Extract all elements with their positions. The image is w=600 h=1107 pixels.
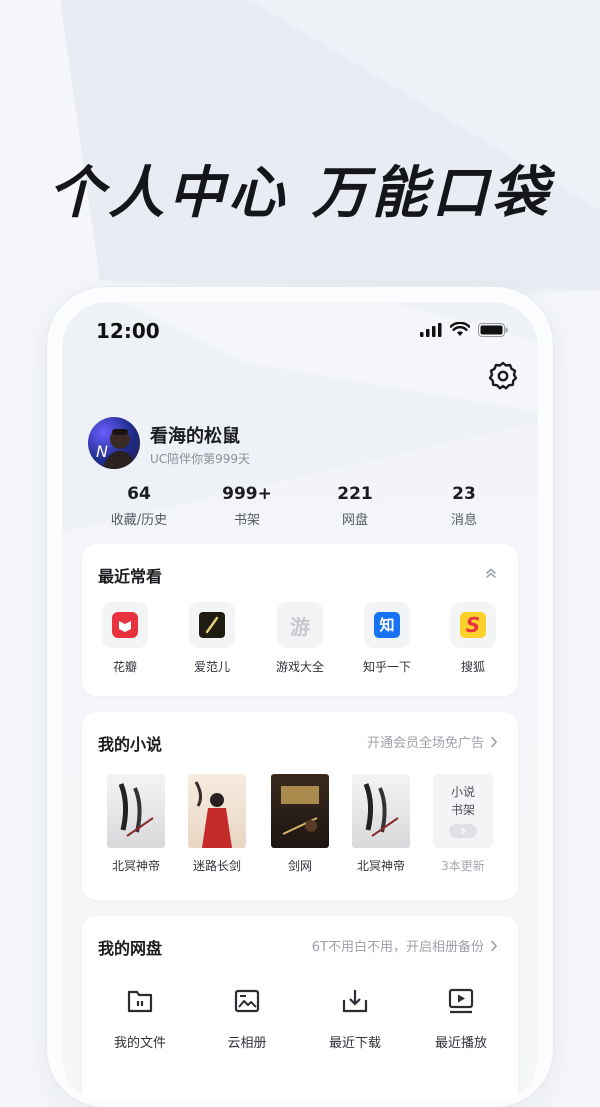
- stats-row: 64 收藏/历史 999+ 书架 221 网盘 23 消息: [62, 484, 538, 530]
- disk-my-files[interactable]: 我的文件: [95, 986, 185, 1051]
- book-item[interactable]: 北冥神帝: [96, 774, 176, 874]
- book-item[interactable]: 北冥神帝: [341, 774, 421, 874]
- disk-recent-playback[interactable]: 最近播放: [416, 986, 506, 1051]
- disk-item-label: 云相册: [227, 1036, 267, 1051]
- settings-gear-icon[interactable]: [487, 360, 519, 392]
- app-label: 游戏大全: [275, 660, 324, 674]
- ifanr-icon: [189, 602, 235, 648]
- stat-favorites[interactable]: 64 收藏/历史: [84, 484, 194, 528]
- app-huaban[interactable]: 花瓣: [85, 602, 165, 675]
- sohu-icon: S: [450, 602, 496, 648]
- battery-icon: [478, 322, 508, 337]
- book-title: 剑网: [287, 859, 312, 873]
- game-glyph: 游: [290, 614, 310, 639]
- stat-value: 999+: [222, 484, 272, 504]
- book-title: 北冥神帝: [111, 859, 160, 873]
- app-label: 知乎一下: [362, 660, 411, 674]
- stat-bookshelf[interactable]: 999+ 书架: [192, 484, 302, 528]
- shelf-update-count: 3本更新: [441, 859, 485, 873]
- disk-recent-downloads[interactable]: 最近下载: [310, 986, 400, 1051]
- book-cover: [188, 774, 246, 848]
- wifi-icon: [450, 322, 470, 336]
- page-headline: 个人中心 万能口袋: [48, 161, 552, 226]
- user-days-subtitle: UC陪伴你第999天: [150, 452, 251, 466]
- shelf-label-line2: 书架: [450, 803, 475, 817]
- stat-value: 23: [452, 484, 476, 504]
- user-profile[interactable]: N 看海的松鼠 UC陪伴你第999天: [88, 417, 518, 473]
- app-games[interactable]: 游 游戏大全: [260, 602, 340, 675]
- folder-icon: [127, 990, 153, 1013]
- play-icon: [448, 988, 474, 1014]
- book-item[interactable]: 迷路长剑: [177, 774, 257, 874]
- chevron-right-icon: [491, 940, 498, 951]
- book-cover: [107, 774, 165, 848]
- disk-cloud-album[interactable]: 云相册: [202, 986, 292, 1051]
- status-time: 12:00: [96, 319, 160, 343]
- disk-item-label: 我的文件: [113, 1036, 166, 1051]
- book-cover: [271, 774, 329, 848]
- svg-text:N: N: [96, 442, 108, 461]
- disk-promo-link[interactable]: 6T不用白不用，开启相册备份: [312, 936, 498, 955]
- disk-promo-text: 6T不用白不用，开启相册备份: [311, 940, 484, 955]
- stat-label: 收藏/历史: [110, 513, 168, 528]
- sohu-glyph: S: [460, 612, 486, 638]
- shelf-arrow-pill: [449, 824, 477, 838]
- stat-messages[interactable]: 23 消息: [409, 484, 519, 528]
- bookshelf-tile: 小说 书架: [433, 774, 493, 848]
- stat-value: 64: [127, 484, 151, 504]
- avatar[interactable]: N: [88, 417, 140, 469]
- novel-bookshelf[interactable]: 小说 书架 3本更新: [423, 774, 503, 874]
- recent-card: 最近常看 花瓣 爱范儿 游 游戏大全 知 知乎一下 S 搜狐: [82, 544, 518, 696]
- disk-card: 我的网盘 6T不用白不用，开启相册备份 我的文件 云相册 最近下载 最近播放: [82, 916, 518, 1102]
- stat-value: 221: [337, 484, 373, 504]
- disk-item-label: 最近下载: [328, 1036, 381, 1051]
- huaban-icon: [102, 602, 148, 648]
- app-label: 搜狐: [460, 660, 485, 674]
- stat-label: 消息: [450, 513, 477, 528]
- phone-screen: 12:00 N 看海的松鼠 UC陪伴你第999天 64 收藏/历史 999+ 书…: [62, 302, 538, 1102]
- app-zhihu[interactable]: 知 知乎一下: [347, 602, 427, 675]
- book-item[interactable]: 剑网: [260, 774, 340, 874]
- novels-title: 我的小说: [98, 735, 163, 754]
- book-cover: [352, 774, 410, 848]
- album-icon: [234, 989, 260, 1013]
- vip-promo-link[interactable]: 开通会员全场免广告: [367, 732, 498, 751]
- recent-title: 最近常看: [98, 567, 163, 586]
- disk-item-label: 最近播放: [434, 1036, 487, 1051]
- app-ifanr[interactable]: 爱范儿: [172, 602, 252, 675]
- status-bar: 12:00: [62, 316, 538, 346]
- app-sohu[interactable]: S 搜狐: [433, 602, 513, 675]
- game-icon: 游: [277, 602, 323, 648]
- stat-label: 书架: [233, 513, 260, 528]
- collapse-chevron-icon[interactable]: [484, 566, 498, 580]
- novels-card: 我的小说 开通会员全场免广告 北冥神帝 迷路长剑 剑网 北冥神帝 小说 书架 3…: [82, 712, 518, 900]
- zhihu-glyph: 知: [374, 612, 400, 638]
- username: 看海的松鼠: [150, 426, 240, 447]
- vip-promo-text: 开通会员全场免广告: [366, 736, 484, 751]
- disk-title: 我的网盘: [98, 939, 163, 958]
- shelf-label-line1: 小说: [450, 785, 475, 799]
- chevron-right-icon: [491, 736, 498, 747]
- app-label: 花瓣: [112, 660, 137, 674]
- book-title: 迷路长剑: [192, 859, 241, 873]
- app-label: 爱范儿: [193, 660, 230, 674]
- signal-icon: [420, 322, 442, 337]
- book-title: 北冥神帝: [356, 859, 405, 873]
- stat-disk[interactable]: 221 网盘: [300, 484, 410, 528]
- download-icon: [342, 990, 368, 1013]
- stat-label: 网盘: [341, 513, 368, 528]
- zhihu-icon: 知: [364, 602, 410, 648]
